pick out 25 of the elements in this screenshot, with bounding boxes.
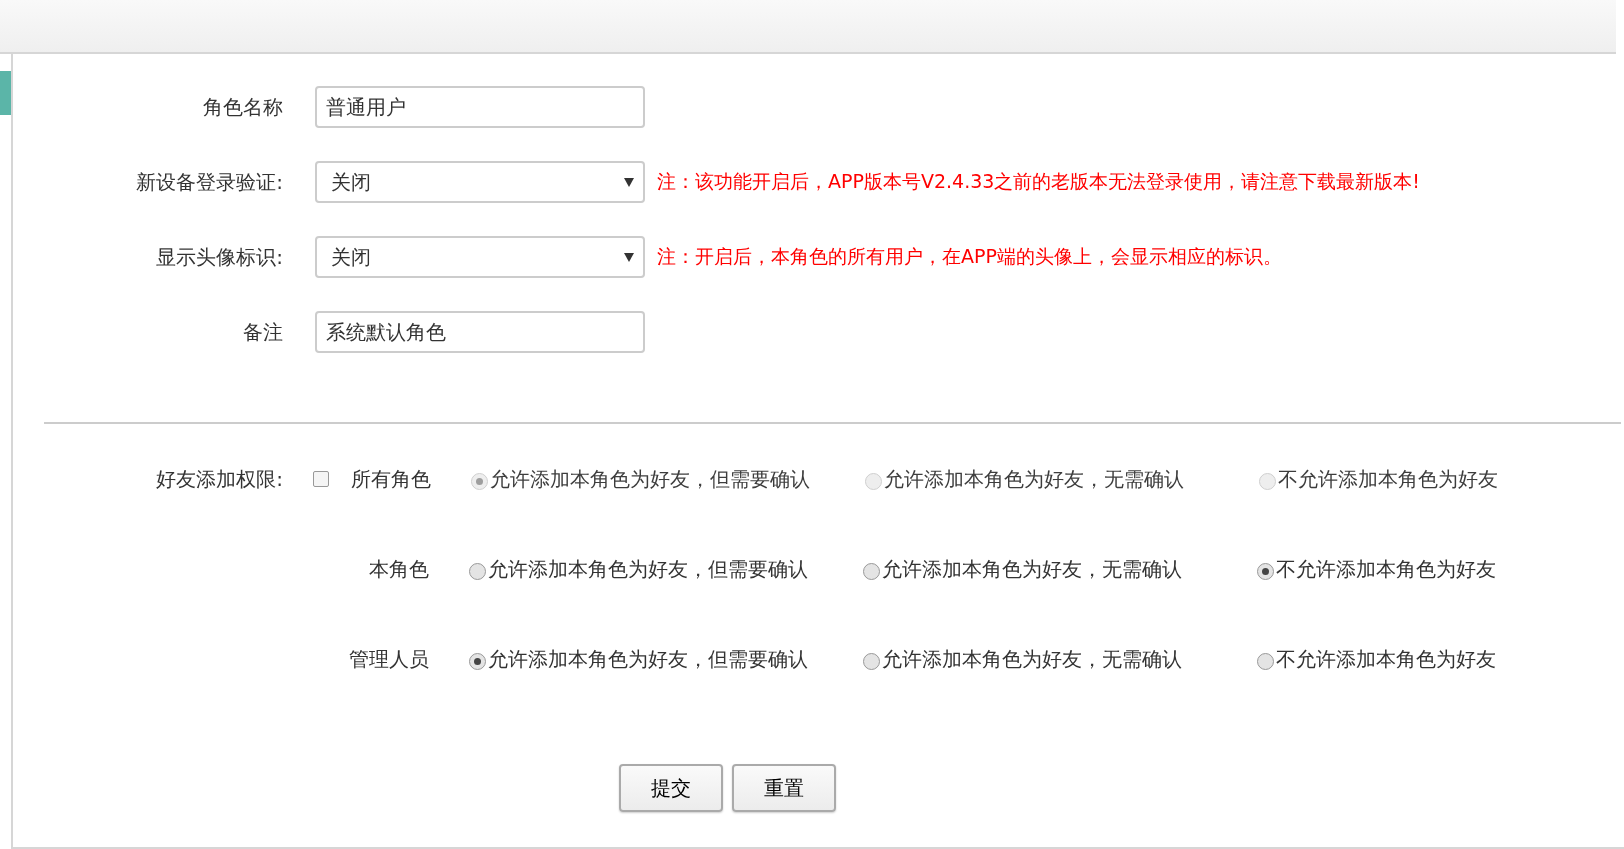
group-label: 本角色 <box>368 555 429 583</box>
group-label: 管理人员 <box>348 645 429 673</box>
field-label: 显示头像标识: <box>155 243 283 271</box>
radio-option[interactable]: 允许添加本角色为好友，但需要确认 <box>469 555 863 583</box>
radio-option[interactable]: 不允许添加本角色为好友 <box>1257 645 1624 673</box>
field-label: 好友添加权限: <box>155 465 283 493</box>
radio-option[interactable]: 允许添加本角色为好友，无需确认 <box>863 645 1257 673</box>
select-field[interactable]: 关闭 <box>315 161 645 203</box>
reset-button[interactable]: 重置 <box>732 764 836 812</box>
field-label: 角色名称 <box>202 93 283 121</box>
field-label: 新设备登录验证: <box>135 168 283 196</box>
field-label: 备注 <box>242 318 283 346</box>
radio-option[interactable]: 允许添加本角色为好友，无需确认 <box>863 555 1257 583</box>
note-text: 注：开启后，本角色的所有用户，在APP端的头像上，会显示相应的标识。 <box>657 244 1282 269</box>
select-field[interactable]: 关闭 <box>315 236 645 278</box>
group-label: 所有角色 <box>350 465 431 493</box>
note-text: 注：该功能开启后，APP版本号V2.4.33之前的老版本无法登录使用，请注意下载最新版本! <box>657 169 1420 194</box>
radio-option[interactable]: 不允许添加本角色为好友 <box>1257 555 1624 583</box>
text-field[interactable]: 系统默认角色 <box>315 311 645 353</box>
text-field[interactable]: 普通用户 <box>315 86 645 128</box>
dropdown-caret-icon <box>624 177 634 187</box>
radio-option[interactable]: 允许添加本角色为好友，但需要确认 <box>469 645 863 673</box>
dropdown-caret-icon <box>624 252 634 262</box>
side-tab-marker <box>0 71 11 115</box>
submit-button[interactable]: 提交 <box>619 764 723 812</box>
